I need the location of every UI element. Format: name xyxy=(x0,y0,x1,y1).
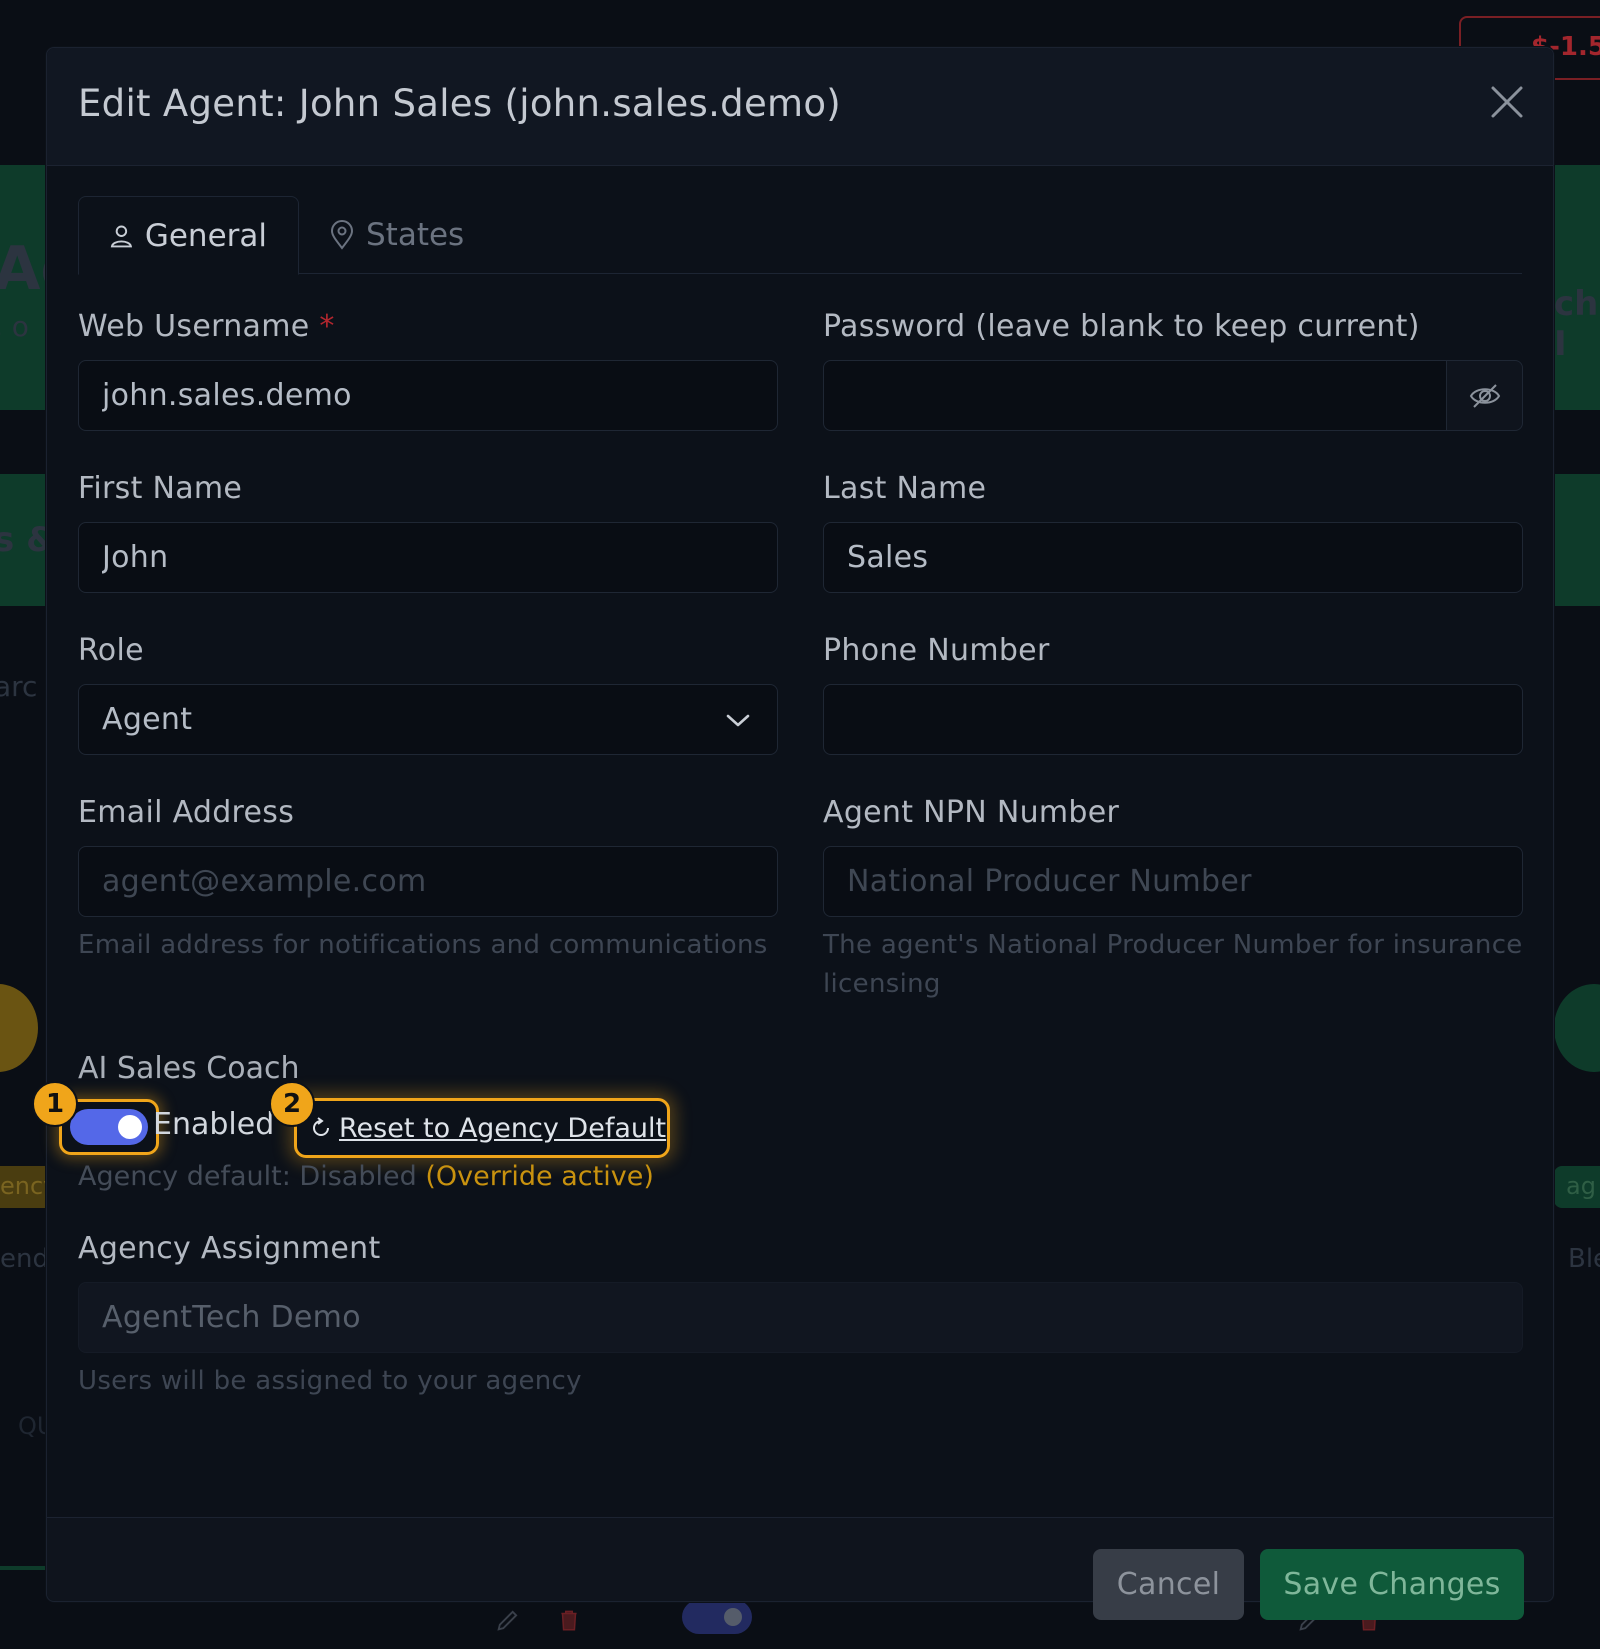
role-label: Role xyxy=(78,633,144,668)
annotation-marker-2: 2 xyxy=(269,1081,315,1127)
background-text: arc xyxy=(0,670,38,703)
username-label: Web Username * xyxy=(78,309,335,344)
ai-coach-state-text: Enabled xyxy=(153,1107,275,1142)
modal-header: Edit Agent: John Sales (john.sales.demo) xyxy=(47,48,1553,166)
close-icon[interactable] xyxy=(1487,82,1527,122)
background-edit-icon xyxy=(497,1610,518,1631)
cancel-button[interactable]: Cancel xyxy=(1093,1549,1244,1620)
npn-input[interactable] xyxy=(823,846,1523,917)
ai-coach-toggle[interactable] xyxy=(70,1109,148,1145)
override-badge: (Override active) xyxy=(425,1161,654,1192)
ai-sales-coach-label: AI Sales Coach xyxy=(78,1051,300,1086)
eye-off-icon xyxy=(1469,383,1500,408)
agency-default-text: Agency default: Disabled (Override activ… xyxy=(78,1161,654,1192)
background-avatar xyxy=(1554,984,1600,1072)
password-label: Password (leave blank to keep current) xyxy=(823,309,1420,344)
role-select[interactable]: Agent xyxy=(78,684,778,755)
modal-body: General States Web Username * Password (… xyxy=(32,166,1553,1518)
modal-title: Edit Agent: John Sales (john.sales.demo) xyxy=(78,82,842,125)
background-panel xyxy=(1554,474,1600,606)
password-input[interactable] xyxy=(823,360,1447,431)
background-badge: ag xyxy=(1554,1166,1600,1208)
role-selected-value: Agent xyxy=(102,702,193,737)
toggle-knob xyxy=(118,1115,142,1139)
tab-bar: General States xyxy=(78,196,1522,275)
agency-assignment-input xyxy=(78,1282,1523,1353)
npn-label: Agent NPN Number xyxy=(823,795,1120,830)
edit-agent-modal: Edit Agent: John Sales (john.sales.demo)… xyxy=(32,47,1554,1620)
background-trash-icon xyxy=(561,1610,577,1631)
npn-help-text: The agent's National Producer Number for… xyxy=(823,930,1523,999)
first-name-label: First Name xyxy=(78,471,243,506)
email-help-text: Email address for notifications and comm… xyxy=(78,930,768,960)
agency-help-text: Users will be assigned to your agency xyxy=(78,1366,582,1396)
background-text: ch I xyxy=(1554,284,1599,364)
background-divider xyxy=(0,1566,46,1570)
required-mark: * xyxy=(319,309,335,344)
reset-to-agency-default-button[interactable]: Reset to Agency Default xyxy=(294,1098,670,1158)
tab-states[interactable]: States xyxy=(299,196,495,274)
reset-icon xyxy=(313,1117,329,1136)
last-name-input[interactable] xyxy=(823,522,1523,593)
chevron-down-icon xyxy=(726,714,750,727)
annotation-marker-1: 1 xyxy=(32,1081,78,1127)
last-name-label: Last Name xyxy=(823,471,987,506)
reset-link-label: Reset to Agency Default xyxy=(339,1112,667,1144)
tab-label: States xyxy=(366,217,465,253)
map-pin-icon xyxy=(330,220,354,250)
email-input[interactable] xyxy=(78,846,778,917)
user-icon xyxy=(110,225,133,247)
toggle-password-visibility-button[interactable] xyxy=(1446,360,1523,431)
email-label: Email Address xyxy=(78,795,295,830)
phone-label: Phone Number xyxy=(823,633,1050,668)
save-changes-button[interactable]: Save Changes xyxy=(1260,1549,1524,1620)
username-input[interactable] xyxy=(78,360,778,431)
first-name-input[interactable] xyxy=(78,522,778,593)
background-avatar xyxy=(0,984,38,1072)
background-text: , o xyxy=(0,310,29,343)
background-text: Ble xyxy=(1568,1244,1600,1274)
background-toggle xyxy=(682,1600,752,1634)
tab-general[interactable]: General xyxy=(78,196,299,275)
background-badge: ency xyxy=(0,1166,57,1208)
agency-assignment-label: Agency Assignment xyxy=(78,1231,381,1266)
phone-input[interactable] xyxy=(823,684,1523,755)
modal-footer: Cancel Save Changes xyxy=(47,1517,1553,1620)
tab-label: General xyxy=(144,217,267,254)
